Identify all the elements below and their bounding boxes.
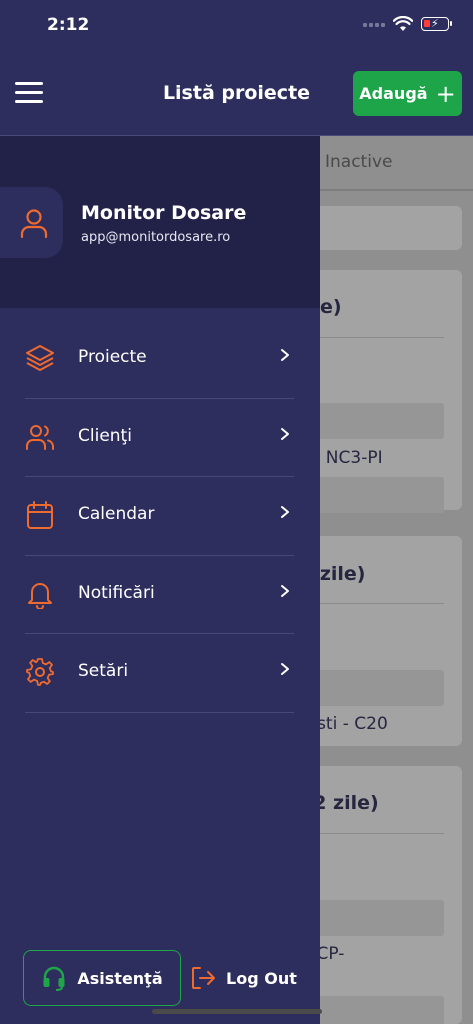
signal-icon <box>363 21 385 27</box>
menu-item-calendar[interactable]: Calendar <box>0 477 320 556</box>
profile-name: Monitor Dosare <box>81 202 247 224</box>
support-button[interactable]: Asistenţă <box>23 950 181 1006</box>
project-card: 22 zile) - JCP- <box>300 766 462 1024</box>
chevron-right-icon <box>281 506 289 518</box>
users-icon <box>26 424 54 450</box>
top-bar: 2:12 ⚡ Listă proiecte Adaugă + <box>0 0 473 136</box>
user-icon <box>20 208 47 238</box>
drawer-menu: Proiecte Clienţi Calendar Notificări Set… <box>0 320 320 713</box>
search-field <box>300 206 462 250</box>
menu-item-setari[interactable]: Setări <box>0 634 320 713</box>
plus-icon: + <box>435 79 456 108</box>
profile-email: app@monitordosare.ro <box>81 230 231 245</box>
logout-label: Log Out <box>226 968 297 988</box>
project-card: ine) s - NC3-PI <box>300 270 462 513</box>
menu-item-label: Proiecte <box>78 347 147 367</box>
menu-toggle-icon[interactable] <box>15 82 43 104</box>
menu-item-proiecte[interactable]: Proiecte <box>0 320 320 399</box>
tab-inactive: Inactive <box>325 152 393 172</box>
gear-icon <box>26 658 54 686</box>
wifi-icon <box>393 16 413 31</box>
chevron-right-icon <box>281 349 289 361</box>
project-card: 9 zile) resti - C20 <box>300 536 462 746</box>
battery-icon: ⚡ <box>421 17 452 31</box>
chevron-right-icon <box>281 584 289 597</box>
menu-item-label: Calendar <box>78 504 155 524</box>
profile-header: Monitor Dosare app@monitordosare.ro <box>0 136 320 308</box>
add-button-label: Adaugă <box>359 84 428 103</box>
logout-button[interactable]: Log Out <box>190 960 297 996</box>
menu-item-notificari[interactable]: Notificări <box>0 556 320 634</box>
status-icons: ⚡ <box>363 16 452 32</box>
avatar <box>0 187 63 258</box>
add-button[interactable]: Adaugă + <box>353 71 462 116</box>
home-indicator <box>152 1009 322 1014</box>
chevron-right-icon <box>281 427 289 440</box>
layers-icon <box>26 345 54 371</box>
bell-icon <box>28 582 52 609</box>
calendar-icon <box>27 501 53 529</box>
chevron-right-icon <box>281 663 289 675</box>
support-label: Asistenţă <box>77 968 163 988</box>
menu-item-label: Notificări <box>78 582 155 603</box>
status-time: 2:12 <box>47 15 90 35</box>
headset-icon <box>43 966 65 991</box>
logout-icon <box>192 967 215 989</box>
side-drawer: Monitor Dosare app@monitordosare.ro Proi… <box>0 136 320 1024</box>
menu-item-label: Setări <box>78 661 129 681</box>
menu-item-clienti[interactable]: Clienţi <box>0 399 320 477</box>
menu-item-label: Clienţi <box>78 425 132 446</box>
